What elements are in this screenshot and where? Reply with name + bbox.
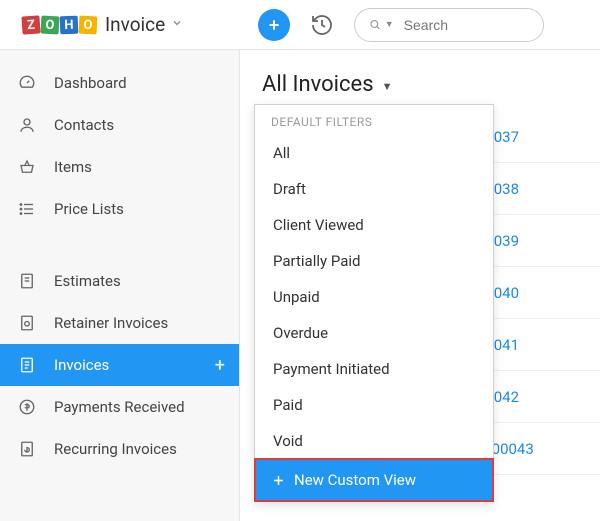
caret-down-icon: ▼ bbox=[382, 80, 393, 93]
sidebar-item-recurring-invoices[interactable]: Recurring Invoices bbox=[0, 428, 239, 470]
history-icon[interactable] bbox=[310, 13, 334, 37]
sidebar-item-label: Items bbox=[54, 158, 92, 176]
search-icon bbox=[369, 17, 381, 32]
page-title: All Invoices bbox=[262, 72, 374, 97]
zoho-logo: Z O H O bbox=[22, 16, 97, 34]
sidebar: Dashboard Contacts Items Price Lists Est… bbox=[0, 50, 240, 521]
sidebar-item-label: Recurring Invoices bbox=[54, 440, 177, 458]
filter-dropdown: DEFAULT FILTERS All Draft Client Viewed … bbox=[254, 104, 494, 502]
recurring-icon bbox=[18, 440, 40, 458]
search-box[interactable]: ▼ bbox=[354, 8, 544, 42]
sidebar-item-contacts[interactable]: Contacts bbox=[0, 104, 239, 146]
chevron-down-icon bbox=[171, 17, 183, 33]
sidebar-item-price-lists[interactable]: Price Lists bbox=[0, 188, 239, 230]
basket-icon bbox=[18, 158, 40, 176]
list-icon bbox=[18, 200, 40, 218]
retainer-icon bbox=[18, 314, 40, 332]
sidebar-item-label: Contacts bbox=[54, 116, 114, 134]
sidebar-item-label: Dashboard bbox=[54, 74, 127, 92]
filter-payment-initiated[interactable]: Payment Initiated bbox=[255, 351, 493, 387]
dropdown-header: DEFAULT FILTERS bbox=[255, 105, 493, 135]
gauge-icon bbox=[18, 74, 40, 92]
sidebar-item-label: Retainer Invoices bbox=[54, 314, 168, 332]
app-name: Invoice bbox=[105, 13, 165, 36]
filter-draft[interactable]: Draft bbox=[255, 171, 493, 207]
sidebar-item-label: Invoices bbox=[54, 356, 109, 374]
payments-icon bbox=[18, 398, 40, 416]
search-input[interactable] bbox=[404, 17, 529, 33]
filter-all[interactable]: All bbox=[255, 135, 493, 171]
plus-icon bbox=[271, 473, 286, 488]
sidebar-item-label: Price Lists bbox=[54, 200, 124, 218]
new-custom-view-label: New Custom View bbox=[294, 471, 416, 489]
filter-paid[interactable]: Paid bbox=[255, 387, 493, 423]
search-scope-caret[interactable]: ▼ bbox=[385, 19, 394, 30]
filter-overdue[interactable]: Overdue bbox=[255, 315, 493, 351]
sidebar-item-payments-received[interactable]: Payments Received bbox=[0, 386, 239, 428]
sidebar-item-retainer-invoices[interactable]: Retainer Invoices bbox=[0, 302, 239, 344]
sidebar-item-label: Estimates bbox=[54, 272, 121, 290]
filter-client-viewed[interactable]: Client Viewed bbox=[255, 207, 493, 243]
filter-void[interactable]: Void bbox=[255, 423, 493, 459]
sidebar-item-items[interactable]: Items bbox=[0, 146, 239, 188]
topbar: Z O H O Invoice ▼ bbox=[0, 0, 600, 50]
new-button[interactable] bbox=[258, 9, 290, 41]
main-content: All Invoices ▼ DEFAULT FILTERS All Draft… bbox=[240, 50, 600, 521]
sidebar-item-invoices[interactable]: Invoices + bbox=[0, 344, 239, 386]
filter-partially-paid[interactable]: Partially Paid bbox=[255, 243, 493, 279]
page-title-dropdown[interactable]: All Invoices ▼ bbox=[262, 72, 600, 97]
new-custom-view-button[interactable]: New Custom View bbox=[255, 459, 493, 501]
sidebar-item-label: Payments Received bbox=[54, 398, 185, 416]
topbar-brand[interactable]: Z O H O Invoice bbox=[0, 13, 240, 36]
add-invoice-button[interactable]: + bbox=[215, 355, 225, 376]
sidebar-item-estimates[interactable]: Estimates bbox=[0, 260, 239, 302]
invoice-icon bbox=[18, 356, 40, 374]
user-icon bbox=[18, 116, 40, 134]
sidebar-item-dashboard[interactable]: Dashboard bbox=[0, 62, 239, 104]
estimate-icon bbox=[18, 272, 40, 290]
filter-unpaid[interactable]: Unpaid bbox=[255, 279, 493, 315]
